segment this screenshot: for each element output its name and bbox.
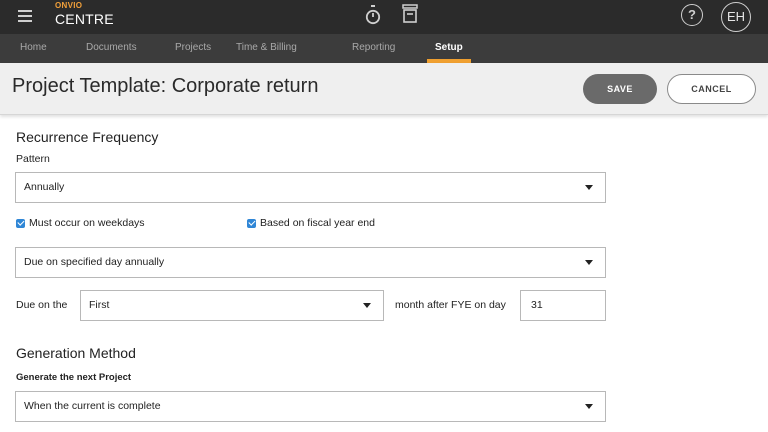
page-title: Project Template: Corporate return	[12, 75, 319, 97]
pattern-select-value: Annually	[24, 181, 65, 193]
chevron-down-icon	[585, 185, 593, 190]
generate-next-select-value: When the current is complete	[24, 400, 161, 412]
recurrence-section-title: Recurrence Frequency	[16, 129, 159, 145]
due-type-select-value: Due on specified day annually	[24, 256, 165, 268]
checkbox-checked-icon	[247, 218, 256, 228]
day-input-value: 31	[531, 299, 543, 311]
weekdays-checkbox[interactable]: Must occur on weekdays	[16, 217, 145, 229]
archive-icon[interactable]	[401, 4, 419, 31]
generate-next-label: Generate the next Project	[16, 372, 132, 383]
fiscal-year-end-checkbox-label: Based on fiscal year end	[260, 217, 375, 229]
chevron-down-icon	[363, 303, 371, 308]
save-button[interactable]: SAVE	[583, 74, 657, 104]
pattern-label: Pattern	[16, 153, 50, 165]
stopwatch-icon[interactable]	[365, 4, 381, 31]
main-nav: Home Documents Projects Time & Billing R…	[0, 34, 768, 63]
generation-section-title: Generation Method	[16, 345, 136, 361]
menu-icon[interactable]	[18, 10, 32, 22]
nav-item-projects[interactable]: Projects	[175, 34, 211, 63]
month-after-fye-label: month after FYE on day	[395, 299, 506, 311]
nav-item-documents[interactable]: Documents	[86, 34, 137, 63]
nav-item-reporting[interactable]: Reporting	[352, 34, 395, 63]
day-input[interactable]: 31	[520, 290, 606, 321]
due-type-select[interactable]: Due on specified day annually	[15, 247, 606, 278]
checkbox-checked-icon	[16, 218, 25, 228]
top-bar: ONVIO CENTRE ? EH	[0, 0, 768, 34]
fiscal-year-end-checkbox[interactable]: Based on fiscal year end	[247, 217, 375, 229]
cancel-button[interactable]: CANCEL	[667, 74, 756, 104]
nav-item-home[interactable]: Home	[20, 34, 47, 63]
chevron-down-icon	[585, 404, 593, 409]
brand-top-text: ONVIO	[55, 1, 83, 10]
page-header: Project Template: Corporate return SAVE …	[0, 63, 768, 115]
nav-item-time-billing[interactable]: Time & Billing	[236, 34, 297, 63]
weekdays-checkbox-label: Must occur on weekdays	[29, 217, 145, 229]
avatar[interactable]: EH	[721, 2, 751, 32]
brand-logo[interactable]: ONVIO CENTRE	[55, 1, 114, 27]
due-on-label: Due on the	[16, 299, 68, 311]
brand-bottom-text: CENTRE	[55, 11, 114, 27]
due-on-select[interactable]: First	[80, 290, 384, 321]
due-on-select-value: First	[89, 299, 110, 311]
pattern-select[interactable]: Annually	[15, 172, 606, 203]
generate-next-select[interactable]: When the current is complete	[15, 391, 606, 422]
chevron-down-icon	[585, 260, 593, 265]
help-icon[interactable]: ?	[681, 4, 703, 26]
